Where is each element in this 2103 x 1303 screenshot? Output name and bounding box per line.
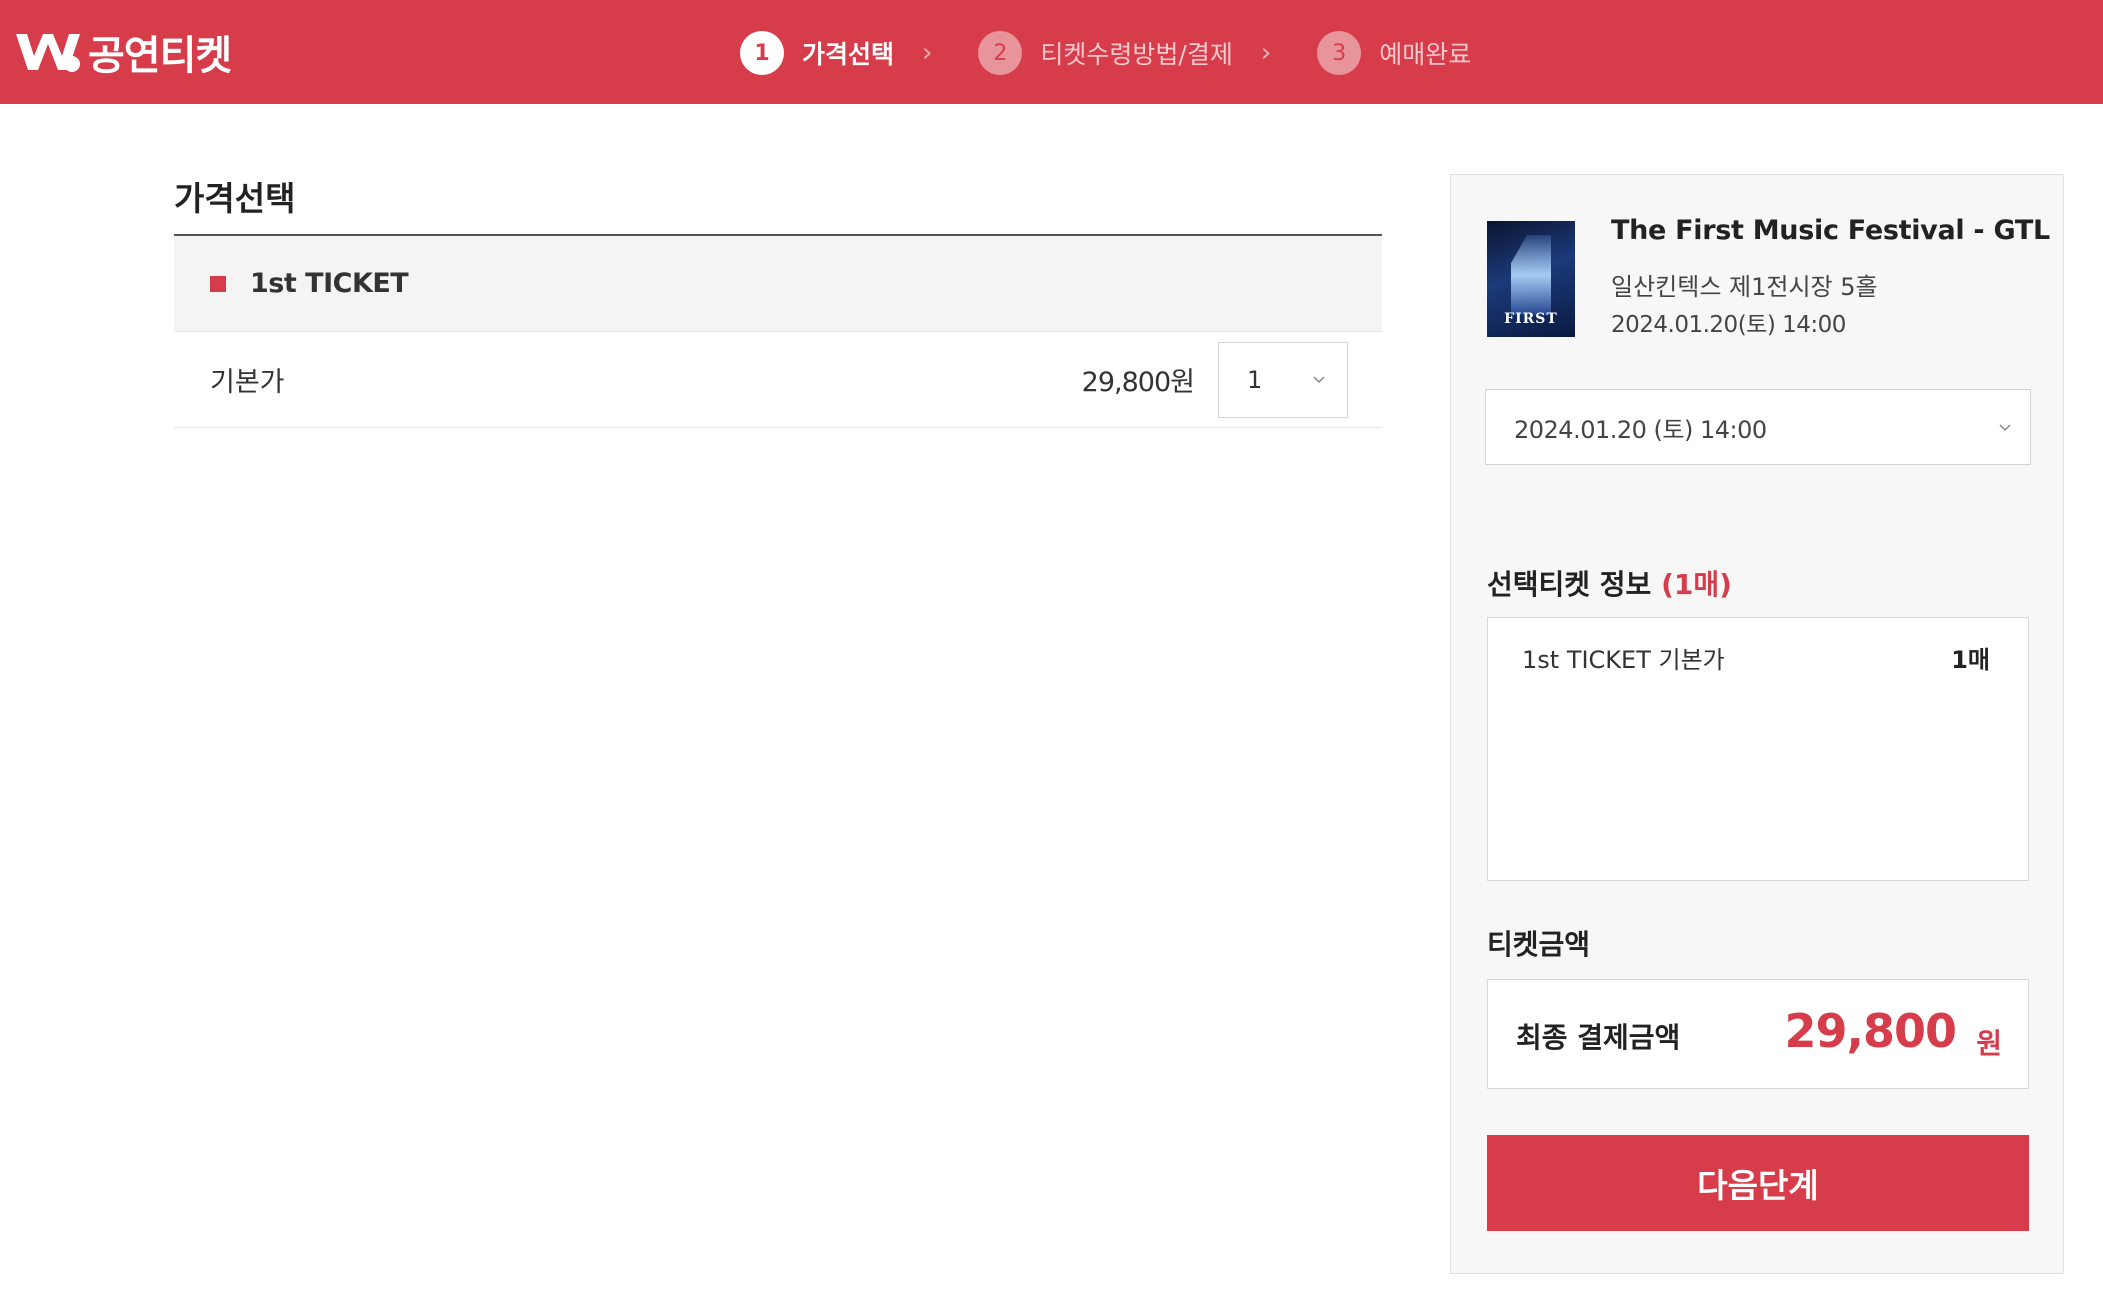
event-title: The First Music Festival - GTL bbox=[1611, 215, 2050, 246]
poster-text: FIRST bbox=[1504, 311, 1558, 327]
grade-row: 1st TICKET bbox=[174, 236, 1382, 332]
booking-summary-panel: FIRST The First Music Festival - GTL 일산킨… bbox=[1450, 174, 2064, 1274]
step-indicator: 1 가격선택 › 2 티켓수령방법/결제 › 3 예매완료 bbox=[740, 30, 1471, 76]
grade-color-marker bbox=[210, 275, 226, 292]
event-date: 2024.01.20(토) 14:00 bbox=[1611, 312, 1846, 338]
step-number: 2 bbox=[978, 31, 1023, 75]
grade-name: 1st TICKET bbox=[250, 268, 409, 299]
total-label: 최종 결제금액 bbox=[1516, 1021, 1681, 1054]
step-number: 1 bbox=[740, 31, 784, 75]
price-row: 기본가 29,800원 1 bbox=[174, 332, 1382, 428]
chevron-down-icon bbox=[1999, 424, 2011, 432]
selected-ticket-heading: 선택티켓 정보 (1매) bbox=[1487, 563, 1732, 603]
ticket-amount-title: 티켓금액 bbox=[1487, 928, 1591, 961]
logo-text: 공연티켓 bbox=[88, 33, 232, 79]
section-title: 가격선택 bbox=[174, 179, 296, 218]
price-type: 기본가 bbox=[210, 367, 285, 398]
selected-ticket-title: 선택티켓 정보 bbox=[1487, 568, 1652, 601]
price-amount: 29,800원 bbox=[1081, 367, 1195, 398]
w-logo-icon bbox=[16, 34, 80, 72]
total-unit: 원 bbox=[1976, 1027, 2002, 1060]
step-3: 3 예매완료 bbox=[1317, 31, 1471, 75]
selected-ticket-qty: 1매 bbox=[1951, 646, 1990, 674]
step-1: 1 가격선택 › bbox=[740, 31, 978, 75]
ticket-table: 1st TICKET 기본가 29,800원 1 bbox=[174, 234, 1382, 428]
selected-ticket-count: (1매) bbox=[1661, 568, 1732, 601]
top-header: 공연티켓 1 가격선택 › 2 티켓수령방법/결제 › 3 예매완료 bbox=[0, 0, 2103, 104]
poster-graphic bbox=[1511, 235, 1551, 315]
event-poster: FIRST bbox=[1487, 221, 1575, 337]
next-step-button[interactable]: 다음단계 bbox=[1487, 1135, 2029, 1231]
step-2: 2 티켓수령방법/결제 › bbox=[978, 31, 1317, 75]
logo[interactable]: 공연티켓 bbox=[14, 26, 232, 79]
selected-ticket-item: 1st TICKET 기본가 bbox=[1522, 646, 1725, 674]
event-venue: 일산킨텍스 제1전시장 5홀 bbox=[1611, 273, 1878, 301]
step-number: 3 bbox=[1317, 31, 1362, 75]
chevron-down-icon bbox=[1313, 376, 1325, 384]
total-amount-box: 최종 결제금액 29,800 원 bbox=[1487, 979, 2029, 1089]
step-label: 가격선택 bbox=[802, 40, 895, 69]
step-label: 티켓수령방법/결제 bbox=[1040, 40, 1233, 69]
chevron-right-icon: › bbox=[922, 38, 933, 68]
chevron-right-icon: › bbox=[1260, 38, 1272, 68]
quantity-value: 1 bbox=[1247, 366, 1263, 394]
quantity-select[interactable]: 1 bbox=[1218, 342, 1348, 418]
selected-ticket-box: 1st TICKET 기본가 1매 bbox=[1487, 617, 2029, 881]
date-select-value: 2024.01.20 (토) 14:00 bbox=[1514, 415, 1767, 444]
price-selection-section: 가격선택 1st TICKET 기본가 29,800원 1 bbox=[174, 160, 1382, 428]
total-amount: 29,800 bbox=[1784, 1004, 1957, 1058]
step-label: 예매완료 bbox=[1379, 40, 1472, 69]
performance-date-select[interactable]: 2024.01.20 (토) 14:00 bbox=[1485, 389, 2031, 465]
